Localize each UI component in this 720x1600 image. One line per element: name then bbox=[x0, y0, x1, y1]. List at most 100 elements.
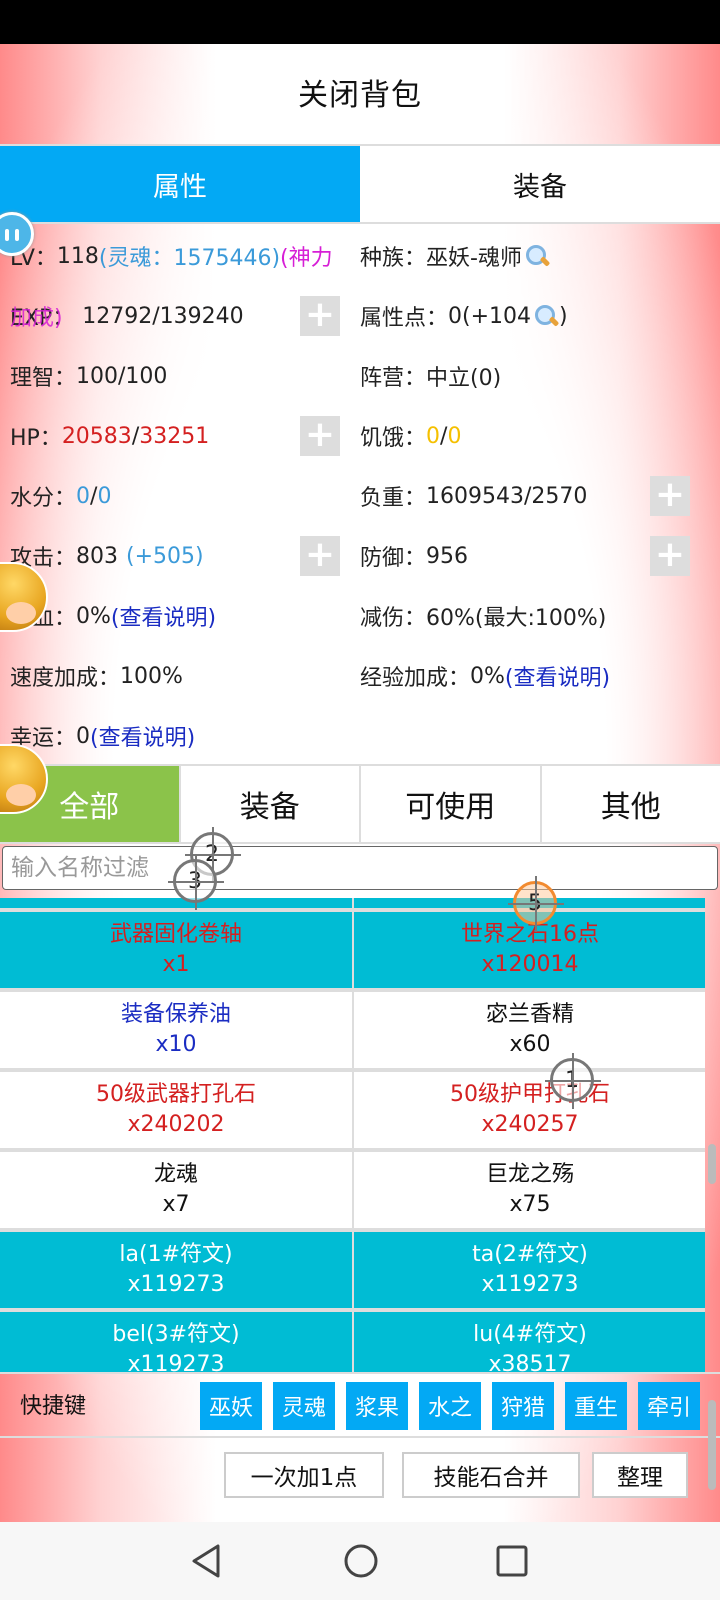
race-label: 种族： bbox=[360, 246, 427, 271]
hunger-label: 饥饿： bbox=[360, 426, 427, 451]
item-count: x75 bbox=[509, 1192, 551, 1217]
shortcut-bar: 快捷键 巫妖 灵魂 浆果 水之 狩猎 重生 牵引 bbox=[0, 1372, 720, 1438]
shortcut-button-hunt[interactable]: 狩猎 bbox=[492, 1382, 554, 1430]
luck-help-link[interactable]: (查看说明) bbox=[90, 720, 195, 752]
item-card[interactable]: 巨龙之殇 x75 bbox=[354, 1152, 705, 1228]
add-one-point-button[interactable]: 一次加1点 bbox=[224, 1452, 384, 1498]
hp-label: HP： bbox=[10, 426, 62, 451]
hunger-current: 0 bbox=[426, 423, 441, 449]
tab-equipment-items[interactable]: 装备 bbox=[181, 766, 361, 842]
shortcut-button-lich[interactable]: 巫妖 bbox=[200, 1382, 262, 1430]
camp-stat: 阵营： 中立(0) bbox=[360, 346, 660, 406]
item-strip bbox=[0, 898, 352, 908]
race-value: 巫妖-魂师 bbox=[426, 246, 522, 271]
shortcut-button-rebirth[interactable]: 重生 bbox=[565, 1382, 627, 1430]
exp-plus-button[interactable]: + bbox=[300, 296, 340, 336]
item-count: x119273 bbox=[127, 1272, 225, 1297]
hunger-max: 0 bbox=[447, 423, 462, 449]
item-card[interactable]: ta(2#符文) x119273 bbox=[354, 1232, 705, 1308]
hp-max: 33251 bbox=[139, 423, 210, 449]
item-count: x240257 bbox=[481, 1112, 579, 1137]
water-label: 水分： bbox=[10, 486, 77, 511]
attr-row-hp: HP： 20583 / 33251 + 饥饿： 0 / 0 bbox=[0, 406, 720, 466]
item-name: la(1#符文) bbox=[119, 1242, 233, 1267]
item-name: 宓兰香精 bbox=[485, 1002, 574, 1027]
exp-bonus-value: 0% bbox=[470, 663, 505, 689]
name-filter-input[interactable] bbox=[2, 846, 718, 890]
sort-button[interactable]: 整理 bbox=[592, 1452, 688, 1498]
reason-value: 100/100 bbox=[76, 363, 168, 389]
item-count: x38517 bbox=[488, 1352, 572, 1372]
tab-attributes[interactable]: 属性 bbox=[0, 146, 360, 222]
page-scrollbar[interactable] bbox=[708, 1400, 716, 1490]
hp-separator: / bbox=[131, 423, 140, 449]
tab-usable[interactable]: 可使用 bbox=[361, 766, 542, 842]
hunger-separator: / bbox=[440, 423, 448, 449]
shortcut-button-berry[interactable]: 浆果 bbox=[346, 1382, 408, 1430]
tab-other[interactable]: 其他 bbox=[542, 766, 720, 842]
item-card[interactable]: 武器固化卷轴 x1 bbox=[0, 912, 352, 988]
item-card[interactable]: 50级护甲打孔石 x240257 bbox=[354, 1072, 705, 1148]
item-card[interactable]: lu(4#符文) x38517 bbox=[354, 1312, 705, 1372]
soul-value: (灵魂：1575446) bbox=[98, 246, 281, 271]
race-search-icon[interactable] bbox=[524, 243, 550, 269]
luck-value: 0 bbox=[76, 723, 91, 749]
hp-plus-button[interactable]: + bbox=[300, 416, 340, 456]
shortcut-button-pull[interactable]: 牵引 bbox=[638, 1382, 700, 1430]
item-card[interactable]: 龙魂 x7 bbox=[0, 1152, 352, 1228]
item-count: x7 bbox=[162, 1192, 190, 1217]
lifesteal-stat: 吸血： 0% (查看说明) bbox=[10, 586, 355, 646]
tab-equipment[interactable]: 装备 bbox=[360, 146, 720, 222]
recents-icon[interactable] bbox=[494, 1542, 530, 1580]
water-stat: 水分： 0 / 0 bbox=[10, 466, 355, 526]
attr-points-stat: 属性点： 0(+104 ) bbox=[360, 286, 660, 346]
merge-skill-stone-button[interactable]: 技能石合并 bbox=[402, 1452, 580, 1498]
shortcut-button-water[interactable]: 水之 bbox=[419, 1382, 481, 1430]
attr-row-luck: 幸运： 0 (查看说明) bbox=[0, 706, 720, 766]
close-bag-header[interactable]: 关闭背包 bbox=[0, 44, 720, 140]
load-plus-button[interactable]: + bbox=[650, 476, 690, 516]
back-icon[interactable] bbox=[188, 1542, 224, 1580]
attr-row-lifesteal: 吸血： 0% (查看说明) 减伤： 60%(最大:100%) bbox=[0, 586, 720, 646]
item-name: ta(2#符文) bbox=[472, 1242, 588, 1267]
exp-bonus-stat: 经验加成： 0% (查看说明) bbox=[360, 646, 660, 706]
attr-row-exp: EXP： 加成) 12792/139240 + 属性点： 0(+104 ) bbox=[0, 286, 720, 346]
attack-value: 803 bbox=[76, 543, 119, 569]
damage-reduction-value: 60%(最大:100%) bbox=[426, 606, 607, 631]
damage-reduction-stat: 减伤： 60%(最大:100%) bbox=[360, 586, 660, 646]
item-card[interactable]: la(1#符文) x119273 bbox=[0, 1232, 352, 1308]
race-stat: 种族： 巫妖-魂师 bbox=[360, 226, 660, 286]
home-icon[interactable] bbox=[342, 1542, 380, 1580]
item-card[interactable]: 50级武器打孔石 x240202 bbox=[0, 1072, 352, 1148]
close-bag-title[interactable]: 关闭背包 bbox=[298, 70, 422, 114]
reason-label: 理智： bbox=[10, 366, 77, 391]
item-count: x240202 bbox=[127, 1112, 225, 1137]
attr-row-water: 水分： 0 / 0 负重： 1609543/2570 + bbox=[0, 466, 720, 526]
attack-plus-button[interactable]: + bbox=[300, 536, 340, 576]
defense-plus-button[interactable]: + bbox=[650, 536, 690, 576]
lifesteal-help-link[interactable]: (查看说明) bbox=[111, 600, 216, 632]
attr-row-level: LV： 118 (灵魂：1575446) (神力 种族： 巫妖-魂师 bbox=[0, 226, 720, 286]
touch-marker-5: 5 bbox=[508, 876, 564, 932]
item-list[interactable]: 武器固化卷轴 x1 世界之石16点 x120014 装备保养油 x10 宓兰香精 x60 50级… bbox=[0, 898, 705, 1372]
lifesteal-value: 0% bbox=[76, 603, 111, 629]
exp-bonus-label: 经验加成： bbox=[360, 666, 471, 691]
item-count: x119273 bbox=[127, 1352, 225, 1372]
speed-bonus-label: 速度加成： bbox=[10, 666, 121, 691]
item-card[interactable]: 宓兰香精 x60 bbox=[354, 992, 705, 1068]
water-separator: / bbox=[90, 483, 98, 509]
level-stat: LV： 118 (灵魂：1575446) (神力 bbox=[10, 226, 355, 286]
attr-points-search-icon[interactable] bbox=[533, 303, 559, 329]
item-card[interactable]: 装备保养油 x10 bbox=[0, 992, 352, 1068]
shortcut-button-soul[interactable]: 灵魂 bbox=[273, 1382, 335, 1430]
item-count: x60 bbox=[509, 1032, 551, 1057]
item-name: lu(4#符文) bbox=[473, 1322, 587, 1347]
exp-bonus-help-link[interactable]: (查看说明) bbox=[505, 660, 610, 692]
item-scrollbar[interactable] bbox=[708, 1144, 716, 1184]
ball-eye-right bbox=[15, 229, 19, 241]
load-label: 负重： bbox=[360, 486, 427, 511]
item-card[interactable]: bel(3#符文) x119273 bbox=[0, 1312, 352, 1372]
luck-stat: 幸运： 0 (查看说明) bbox=[10, 706, 355, 766]
touch-marker-3: 3 bbox=[168, 854, 224, 910]
touch-marker-1: 1 bbox=[545, 1053, 601, 1109]
